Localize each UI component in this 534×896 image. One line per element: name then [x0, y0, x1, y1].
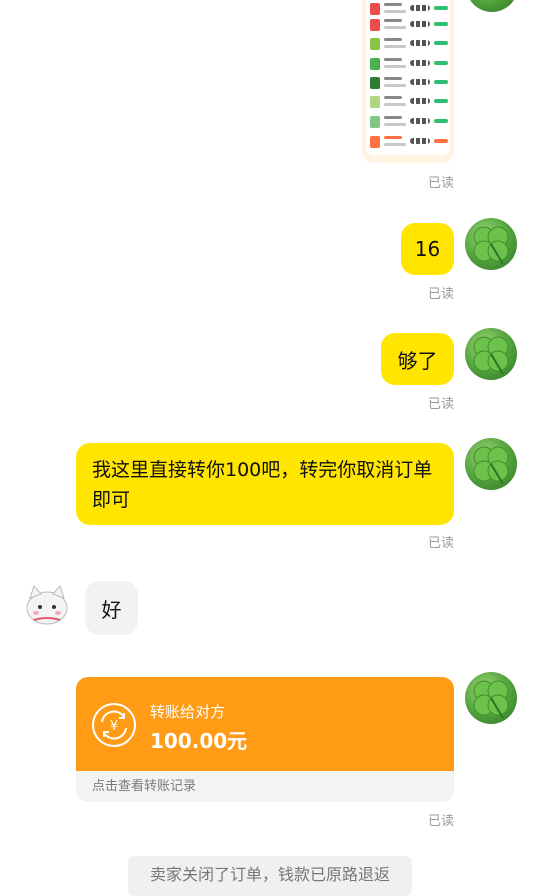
self-avatar[interactable]: [465, 328, 517, 380]
screenshot-thumbnail[interactable]: [362, 0, 454, 163]
thumbnail-content: [366, 0, 450, 155]
cat-avatar-icon: [26, 585, 68, 625]
message-bubble-self[interactable]: 够了: [381, 333, 454, 385]
self-avatar[interactable]: [465, 218, 517, 270]
message-bubble-self[interactable]: 我这里直接转你100吧，转完你取消订单即可: [76, 443, 454, 525]
read-status: 已读: [427, 287, 454, 302]
clover-icon: [473, 446, 509, 485]
system-notice: 卖家关闭了订单，钱款已原路退返: [128, 856, 412, 896]
transfer-record-link[interactable]: 点击查看转账记录: [76, 771, 454, 802]
clover-icon: [473, 226, 509, 265]
clover-icon: [473, 336, 509, 375]
self-avatar-top[interactable]: [466, 0, 518, 12]
self-avatar[interactable]: [465, 438, 517, 490]
transfer-title: 转账给对方: [150, 703, 226, 721]
self-avatar[interactable]: [465, 672, 517, 724]
read-status: 已读: [427, 814, 454, 829]
svg-text:¥: ¥: [110, 719, 118, 734]
message-bubble-self[interactable]: 16: [401, 223, 454, 275]
clover-icon: [473, 680, 509, 719]
read-status: 已读: [427, 176, 454, 191]
read-status: 已读: [427, 536, 454, 551]
transfer-card[interactable]: ¥ 转账给对方 100.00元 点击查看转账记录: [76, 677, 454, 802]
transfer-amount: 100.00元: [150, 729, 248, 753]
read-status: 已读: [427, 397, 454, 412]
transfer-card-header: ¥ 转账给对方 100.00元: [76, 677, 454, 771]
message-bubble-other[interactable]: 好: [85, 581, 138, 635]
other-avatar[interactable]: [22, 580, 72, 630]
yen-exchange-icon: ¥: [92, 703, 136, 747]
